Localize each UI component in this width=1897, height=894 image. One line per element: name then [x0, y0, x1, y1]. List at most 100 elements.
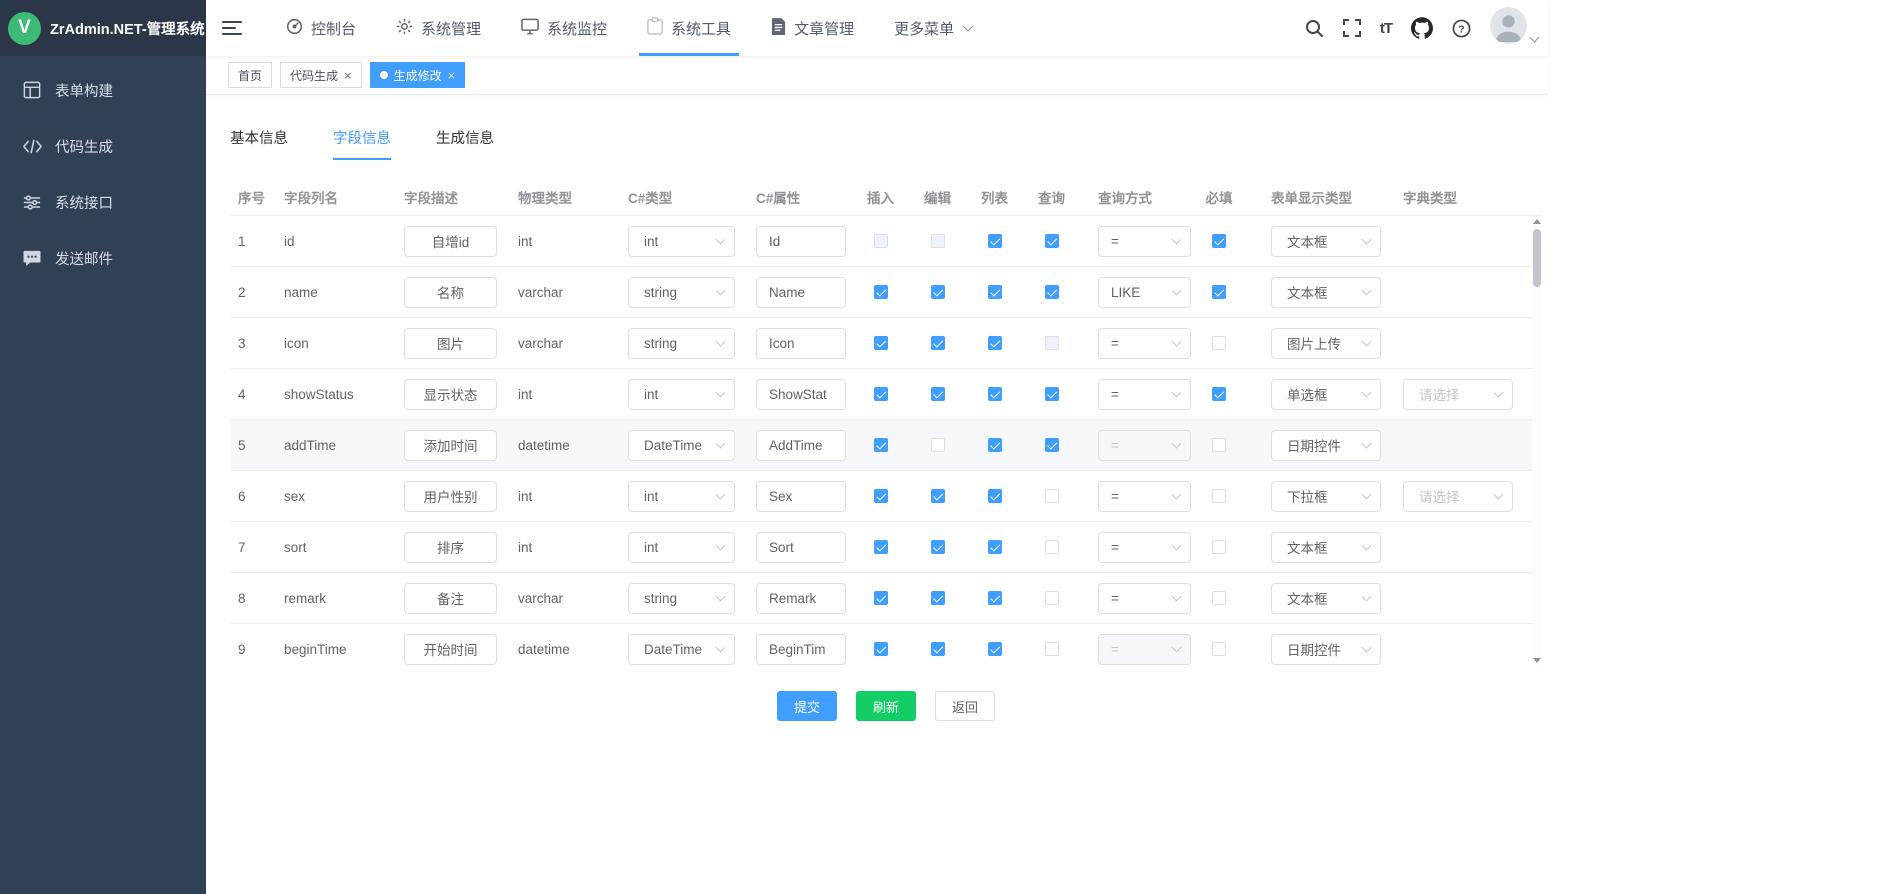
edit-checkbox[interactable] [931, 234, 945, 248]
scroll-up-button[interactable] [1532, 216, 1542, 226]
dict-type-select[interactable]: 请选择 [1403, 379, 1513, 410]
insert-checkbox[interactable] [874, 540, 888, 554]
insert-checkbox[interactable] [874, 387, 888, 401]
edit-checkbox[interactable] [931, 285, 945, 299]
display-type-select[interactable]: 单选框 [1271, 379, 1381, 410]
insert-checkbox[interactable] [874, 234, 888, 248]
topnav-item-system-monitor[interactable]: 系统监控 [501, 0, 627, 56]
querytype-select[interactable]: = [1098, 634, 1191, 665]
sidebar-item-api[interactable]: 系统接口 [0, 174, 206, 230]
scrollbar-thumb[interactable] [1533, 229, 1541, 287]
edit-checkbox[interactable] [931, 540, 945, 554]
topnav-item-system-manage[interactable]: 系统管理 [376, 0, 501, 56]
query-checkbox[interactable] [1045, 234, 1059, 248]
query-checkbox[interactable] [1045, 489, 1059, 503]
insert-checkbox[interactable] [874, 642, 888, 656]
list-checkbox[interactable] [988, 489, 1002, 503]
required-checkbox[interactable] [1212, 540, 1226, 554]
querytype-select[interactable]: = [1098, 226, 1191, 257]
querytype-select[interactable]: = [1098, 481, 1191, 512]
list-checkbox[interactable] [988, 540, 1002, 554]
tag-code-gen[interactable]: 代码生成 × [280, 62, 362, 88]
back-button[interactable]: 返回 [935, 691, 995, 721]
list-checkbox[interactable] [988, 234, 1002, 248]
cstype-select[interactable]: int [628, 532, 735, 563]
required-checkbox[interactable] [1212, 438, 1226, 452]
cstype-select[interactable]: string [628, 583, 735, 614]
required-checkbox[interactable] [1212, 642, 1226, 656]
dict-type-select[interactable]: 请选择 [1403, 481, 1513, 512]
edit-checkbox[interactable] [931, 642, 945, 656]
close-icon[interactable]: × [344, 69, 352, 82]
list-checkbox[interactable] [988, 642, 1002, 656]
cstype-select[interactable]: string [628, 277, 735, 308]
insert-checkbox[interactable] [874, 285, 888, 299]
insert-checkbox[interactable] [874, 438, 888, 452]
csprop-input[interactable] [756, 277, 846, 308]
collapse-menu-icon[interactable] [206, 0, 258, 56]
querytype-select[interactable]: = [1098, 430, 1191, 461]
field-desc-input[interactable] [404, 532, 497, 563]
topnav-item-article-manage[interactable]: 文章管理 [751, 0, 874, 56]
csprop-input[interactable] [756, 532, 846, 563]
topnav-item-more-menu[interactable]: 更多菜单 [874, 0, 992, 56]
query-checkbox[interactable] [1045, 438, 1059, 452]
font-size-icon[interactable]: tT [1380, 20, 1392, 37]
display-type-select[interactable]: 日期控件 [1271, 634, 1381, 665]
tag-gen-modify[interactable]: 生成修改 × [370, 62, 466, 88]
field-desc-input[interactable] [404, 328, 497, 359]
querytype-select[interactable]: = [1098, 328, 1191, 359]
field-desc-input[interactable] [404, 430, 497, 461]
help-icon[interactable]: ? [1452, 19, 1471, 38]
csprop-input[interactable] [756, 226, 846, 257]
required-checkbox[interactable] [1212, 285, 1226, 299]
display-type-select[interactable]: 文本框 [1271, 226, 1381, 257]
list-checkbox[interactable] [988, 285, 1002, 299]
topnav-item-system-tools[interactable]: 系统工具 [627, 0, 751, 56]
querytype-select[interactable]: = [1098, 583, 1191, 614]
list-checkbox[interactable] [988, 591, 1002, 605]
tab-gen-info[interactable]: 生成信息 [436, 127, 494, 160]
sidebar-item-send-mail[interactable]: 发送邮件 [0, 230, 206, 286]
required-checkbox[interactable] [1212, 591, 1226, 605]
insert-checkbox[interactable] [874, 489, 888, 503]
tag-home[interactable]: 首页 [228, 62, 272, 88]
search-icon[interactable] [1304, 18, 1324, 38]
user-menu[interactable] [1490, 7, 1538, 49]
querytype-select[interactable]: = [1098, 532, 1191, 563]
submit-button[interactable]: 提交 [777, 691, 837, 721]
field-desc-input[interactable] [404, 481, 497, 512]
insert-checkbox[interactable] [874, 336, 888, 350]
list-checkbox[interactable] [988, 387, 1002, 401]
display-type-select[interactable]: 日期控件 [1271, 430, 1381, 461]
edit-checkbox[interactable] [931, 489, 945, 503]
field-desc-input[interactable] [404, 226, 497, 257]
required-checkbox[interactable] [1212, 387, 1226, 401]
table-scrollbar[interactable] [1532, 216, 1542, 665]
insert-checkbox[interactable] [874, 591, 888, 605]
cstype-select[interactable]: int [628, 481, 735, 512]
scroll-down-button[interactable] [1532, 655, 1542, 665]
edit-checkbox[interactable] [931, 438, 945, 452]
edit-checkbox[interactable] [931, 591, 945, 605]
field-desc-input[interactable] [404, 634, 497, 665]
fullscreen-icon[interactable] [1343, 19, 1361, 37]
display-type-select[interactable]: 文本框 [1271, 583, 1381, 614]
query-checkbox[interactable] [1045, 336, 1059, 350]
github-icon[interactable] [1411, 17, 1433, 39]
required-checkbox[interactable] [1212, 336, 1226, 350]
csprop-input[interactable] [756, 328, 846, 359]
cstype-select[interactable]: DateTime [628, 430, 735, 461]
sidebar-item-form-build[interactable]: 表单构建 [0, 62, 206, 118]
csprop-input[interactable] [756, 430, 846, 461]
display-type-select[interactable]: 图片上传 [1271, 328, 1381, 359]
list-checkbox[interactable] [988, 336, 1002, 350]
csprop-input[interactable] [756, 583, 846, 614]
csprop-input[interactable] [756, 481, 846, 512]
cstype-select[interactable]: int [628, 226, 735, 257]
display-type-select[interactable]: 文本框 [1271, 277, 1381, 308]
topnav-item-dashboard[interactable]: 控制台 [266, 0, 376, 56]
csprop-input[interactable] [756, 379, 846, 410]
edit-checkbox[interactable] [931, 336, 945, 350]
query-checkbox[interactable] [1045, 540, 1059, 554]
